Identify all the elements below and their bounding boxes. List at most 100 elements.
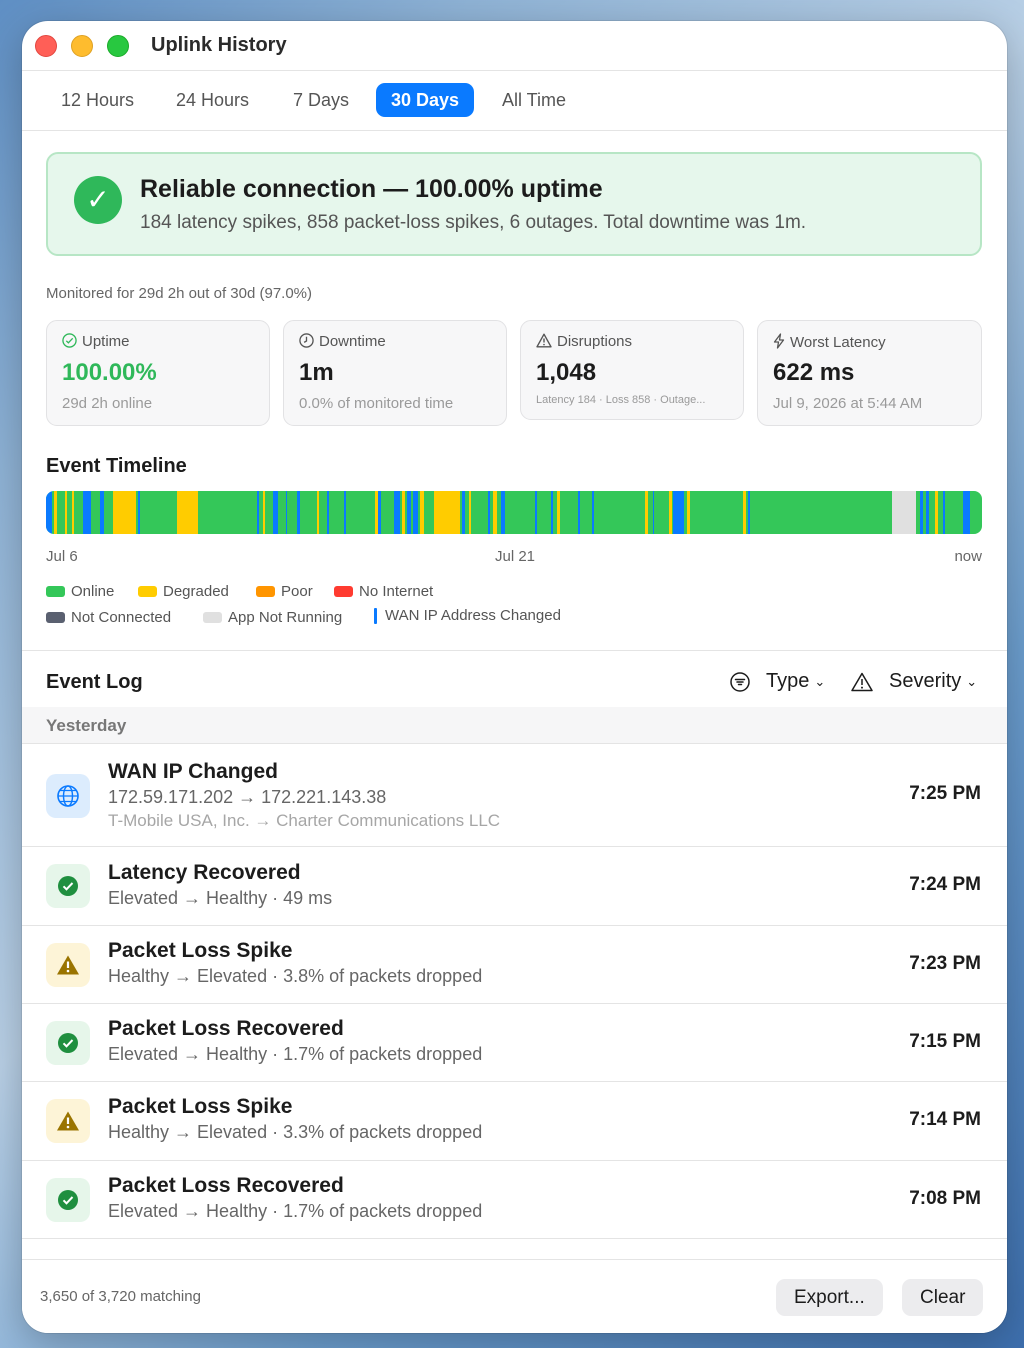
footer-bar: 3,650 of 3,720 matching Export... Clear xyxy=(22,1259,1007,1333)
timeline-segment-wan-ip-changed xyxy=(534,491,538,534)
bolt-icon xyxy=(773,333,785,353)
timeline-segment-degraded xyxy=(469,491,471,534)
banner-title: Reliable connection — 100.00% uptime xyxy=(140,175,603,203)
event-title: Packet Loss Recovered xyxy=(108,1017,344,1040)
severity-filter-label: Severity xyxy=(889,670,962,692)
event-title: Packet Loss Spike xyxy=(108,939,293,962)
timeline-segment-wan-ip-changed xyxy=(46,491,52,534)
severity-filter-menu[interactable]: Severity ⌄ xyxy=(851,670,977,693)
timeline-segment-wan-ip-changed xyxy=(394,491,400,534)
timeline-segment-wan-ip-changed xyxy=(407,491,412,534)
timeline-segment-degraded xyxy=(433,491,460,534)
timeline-segment-app-not-running xyxy=(892,491,917,534)
uptime-label: Uptime xyxy=(82,333,130,350)
uplink-history-window: Uplink History 12 Hours 24 Hours 7 Days … xyxy=(22,21,1007,1333)
event-time: 7:24 PM xyxy=(909,874,981,895)
timeline-segment-wan-ip-changed xyxy=(748,491,750,534)
disruptions-card: Disruptions 1,048 Latency 184 · Loss 858… xyxy=(520,320,744,420)
downtime-card: Downtime 1m 0.0% of monitored time xyxy=(283,320,507,426)
event-detail: Elevated → Healthy · 49 ms xyxy=(108,888,333,908)
group-header-yesterday: Yesterday xyxy=(22,707,1007,744)
window-title: Uplink History xyxy=(151,34,287,56)
chevron-down-icon: ⌄ xyxy=(966,673,978,689)
timeline-segment-wan-ip-changed xyxy=(920,491,924,534)
globe-icon xyxy=(46,774,90,818)
time-range-tabs: 12 Hours 24 Hours 7 Days 30 Days All Tim… xyxy=(22,71,1007,131)
worst-latency-value: 622 ms xyxy=(773,359,855,386)
legend-swatch xyxy=(374,607,377,624)
timeline-segment-wan-ip-changed xyxy=(412,491,418,534)
section-divider xyxy=(22,650,1007,651)
legend-online: Online xyxy=(46,583,114,600)
disruptions-value: 1,048 xyxy=(536,359,597,386)
check-circle-icon xyxy=(46,1021,90,1065)
event-title: WAN IP Changed xyxy=(108,760,278,783)
timeline-segment-wan-ip-changed xyxy=(577,491,581,534)
export-button[interactable]: Export... xyxy=(776,1279,883,1316)
disruptions-label: Disruptions xyxy=(557,333,633,350)
tab-7-days[interactable]: 7 Days xyxy=(278,83,364,117)
legend-poor: Poor xyxy=(256,583,313,600)
event-title: Latency Recovered xyxy=(108,861,301,884)
warning-triangle-icon xyxy=(536,333,552,352)
legend-app-not-running: App Not Running xyxy=(203,609,342,626)
legend-swatch xyxy=(203,612,222,623)
timeline-segment-wan-ip-changed xyxy=(296,491,300,534)
event-row[interactable]: Latency Recovered Elevated → Healthy · 4… xyxy=(22,847,1007,926)
tab-all-time[interactable]: All Time xyxy=(487,83,581,117)
tab-30-days[interactable]: 30 Days xyxy=(376,83,475,117)
event-row[interactable]: WAN IP Changed 172.59.171.202 → 172.221.… xyxy=(22,745,1007,847)
clock-icon xyxy=(299,333,314,352)
type-filter-menu[interactable]: Type ⌄ xyxy=(730,670,825,693)
timeline-segment-wan-ip-changed xyxy=(591,491,595,534)
timeline-segment-wan-ip-changed xyxy=(256,491,260,534)
event-row[interactable]: Packet Loss Spike Healthy → Elevated · 3… xyxy=(22,926,1007,1004)
chevron-down-icon: ⌄ xyxy=(814,673,826,689)
timeline-start-label: Jul 6 xyxy=(46,548,78,565)
event-detail-secondary: T-Mobile USA, Inc. → Charter Communicati… xyxy=(108,811,501,830)
warning-triangle-icon xyxy=(46,943,90,987)
timeline-segment-wan-ip-changed xyxy=(551,491,554,534)
event-title: Packet Loss Spike xyxy=(108,1095,293,1118)
timeline-segment-degraded xyxy=(645,491,648,534)
clear-button[interactable]: Clear xyxy=(902,1279,984,1316)
timeline-segment-wan-ip-changed xyxy=(343,491,347,534)
timeline-segment-wan-ip-changed xyxy=(673,491,685,534)
close-button[interactable] xyxy=(35,35,57,57)
timeline-segment-degraded xyxy=(317,491,320,534)
timeline-end-label: now xyxy=(954,548,982,565)
event-detail: Elevated → Healthy · 1.7% of packets dro… xyxy=(108,1044,483,1064)
tab-12-hours[interactable]: 12 Hours xyxy=(46,83,149,117)
event-row[interactable]: Packet Loss Recovered Elevated → Healthy… xyxy=(22,1161,1007,1239)
downtime-value: 1m xyxy=(299,359,334,386)
event-time: 7:08 PM xyxy=(909,1188,981,1209)
timeline-title: Event Timeline xyxy=(46,455,187,477)
filter-icon xyxy=(730,671,758,692)
legend-wan-ip-changed: WAN IP Address Changed xyxy=(374,607,561,624)
check-circle-icon xyxy=(46,864,90,908)
minimize-button[interactable] xyxy=(71,35,93,57)
timeline-segment-wan-ip-changed xyxy=(925,491,929,534)
uptime-sub: 29d 2h online xyxy=(62,395,153,412)
timeline-segment-degraded xyxy=(177,491,198,534)
timeline-mid-label: Jul 21 xyxy=(495,548,536,565)
timeline-segment-degraded xyxy=(263,491,265,534)
event-detail: Healthy → Elevated · 3.3% of packets dro… xyxy=(108,1122,483,1142)
zoom-button[interactable] xyxy=(107,35,129,57)
event-timeline-bar[interactable] xyxy=(46,491,982,534)
timeline-segment-wan-ip-changed xyxy=(100,491,105,534)
event-time: 7:15 PM xyxy=(909,1031,981,1052)
tab-24-hours[interactable]: 24 Hours xyxy=(161,83,264,117)
banner-subtitle: 184 latency spikes, 858 packet-loss spik… xyxy=(140,212,807,233)
event-row[interactable]: Packet Loss Spike Healthy → Elevated · 3… xyxy=(22,1082,1007,1161)
worst-latency-label: Worst Latency xyxy=(790,334,886,351)
event-row[interactable]: Packet Loss Recovered Elevated → Healthy… xyxy=(22,1004,1007,1082)
timeline-segment-wan-ip-changed xyxy=(378,491,382,534)
timeline-segment-wan-ip-changed xyxy=(285,491,288,534)
timeline-segment-degraded xyxy=(493,491,498,534)
legend-no-internet: No Internet xyxy=(334,583,433,600)
event-time: 7:14 PM xyxy=(909,1109,981,1130)
timeline-segment-wan-ip-changed xyxy=(963,491,970,534)
timeline-segment-wan-ip-changed xyxy=(942,491,946,534)
timeline-segment-wan-ip-changed xyxy=(272,491,279,534)
